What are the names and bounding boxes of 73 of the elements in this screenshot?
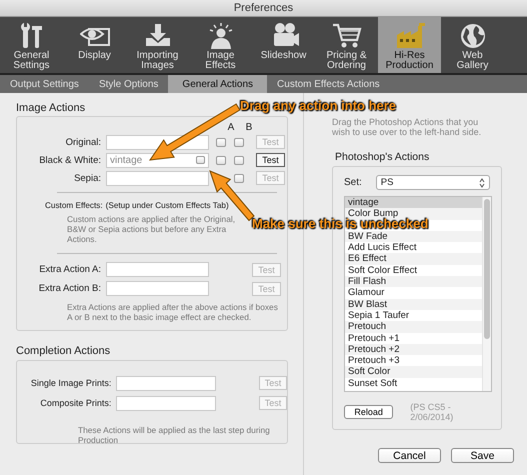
toolbar-tab[interactable]: Slideshow (252, 17, 315, 73)
field-label: Original: (64, 136, 102, 148)
checkbox[interactable] (234, 156, 244, 164)
toolbar-tab[interactable]: Pricing & Ordering (315, 17, 378, 73)
list-item[interactable]: Soft Color Effect (345, 264, 482, 276)
column-header: B (244, 122, 254, 133)
field-label: Sepia: (73, 172, 102, 184)
list-item[interactable]: vintage (345, 197, 482, 208)
list-item[interactable]: BW Fade (345, 230, 482, 242)
section-label: Custom Effects: (45, 201, 103, 210)
checkbox[interactable] (234, 174, 244, 182)
list-item[interactable]: Soft Color (345, 366, 482, 378)
list-item[interactable]: BW Blast (345, 298, 482, 310)
checkbox[interactable] (216, 138, 226, 146)
list-item[interactable]: Pretouch +1 (345, 332, 482, 344)
subtab[interactable]: Output Settings (0, 75, 89, 93)
toolbar-tab[interactable]: Image Effects (189, 17, 252, 73)
checkbox[interactable] (234, 138, 244, 146)
cancel-button[interactable]: Cancel (378, 448, 441, 463)
list-item[interactable]: Pretouch (345, 321, 482, 333)
field-label: Composite Prints: (39, 398, 112, 408)
list-item[interactable]: Sepia 1 Taufer (345, 310, 482, 322)
subtab[interactable]: General Actions (168, 75, 268, 93)
text-field[interactable] (106, 262, 209, 277)
toolbar-tab[interactable]: Display (63, 17, 126, 73)
field-label: Extra Action B: (38, 283, 102, 294)
hint-text: Drag the Photoshop Actions that you wish to use over to the left-hand side. (332, 117, 482, 137)
scrollbar[interactable] (482, 197, 491, 391)
toolbar-tab[interactable]: Importing Images (126, 17, 189, 73)
list-item[interactable]: Sunset Soft (345, 378, 482, 390)
set-dropdown[interactable]: PS (376, 175, 490, 190)
text-field[interactable] (116, 376, 216, 390)
subtab[interactable]: Custom Effects Actions (267, 75, 390, 93)
text-field[interactable] (106, 281, 209, 296)
list-item[interactable]: Glamour (345, 287, 482, 299)
callout-text: Drag any action into here (240, 99, 396, 112)
toolbar-tab[interactable]: Web Gallery (441, 17, 504, 73)
list-item[interactable]: Color Bump (345, 208, 482, 220)
text-field[interactable] (106, 170, 209, 186)
updown-arrows-icon (479, 178, 485, 188)
field-label: Single Image Prints: (30, 378, 112, 388)
toolbar-tab[interactable]: General Settings (0, 17, 63, 73)
window-title: Preferences (234, 2, 294, 14)
description-text: These Actions will be applied as the last step during Production (78, 425, 271, 445)
shopping-cart-icon (332, 22, 362, 49)
column-header: A (226, 122, 236, 133)
description-text: Custom actions are applied after the Original, B&W or Sepia actions but before any Extra Actions. (67, 214, 236, 244)
section-note: (Setup under Custom Effects Tab) (106, 201, 229, 210)
field-label: Set: (344, 177, 362, 188)
toolbar-tab[interactable]: Hi-Res Production (378, 17, 441, 73)
list-item[interactable]: Pretouch +3 (345, 355, 482, 366)
checkbox[interactable] (216, 156, 226, 164)
list-item[interactable]: Pretouch +2 (345, 344, 482, 356)
test-button[interactable]: Test (256, 153, 285, 167)
reload-button[interactable]: Reload (344, 405, 394, 419)
version-text: (PS CS5 - 2/06/2014) (410, 402, 454, 422)
field-label: Extra Action A: (38, 264, 102, 275)
group-title: Photoshop's Actions (335, 151, 430, 163)
list-item[interactable]: Add Lucis Effect (345, 242, 482, 254)
list-item[interactable]: E6 Effect (345, 253, 482, 265)
text-field[interactable] (116, 396, 216, 410)
group-title: Completion Actions (16, 345, 110, 357)
field-value: vintage (110, 154, 144, 166)
checkbox[interactable] (196, 156, 205, 164)
save-button[interactable]: Save (451, 448, 514, 463)
factory-icon (394, 22, 424, 49)
text-field[interactable]: vintage (106, 152, 209, 168)
subtab[interactable]: Style Options (88, 75, 168, 93)
group-title: Image Actions (16, 102, 86, 114)
description-text: Extra Actions are applied after the above actions if boxes A or B next to the basic image effect are checked. (67, 302, 279, 322)
field-label: Black & White: (38, 154, 102, 166)
list-item[interactable]: Fill Flash (345, 276, 482, 288)
callout-text: Make sure this is unchecked (252, 217, 428, 230)
